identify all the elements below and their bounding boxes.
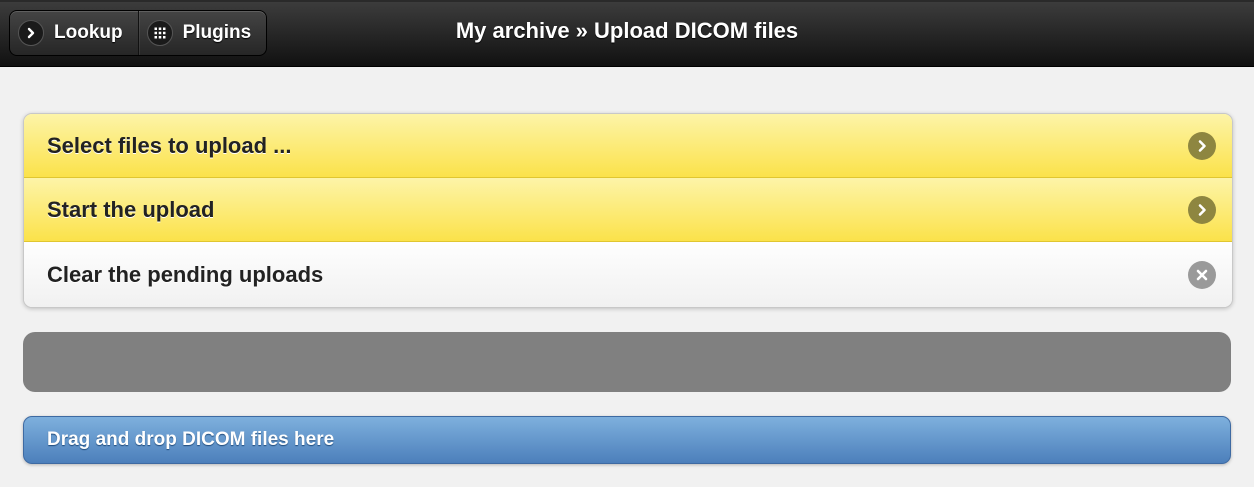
close-icon [1188,260,1216,289]
upload-progress-bar [23,332,1231,392]
upload-actions-list: Select files to upload ... Start the upl… [23,113,1233,308]
clear-pending-uploads-label: Clear the pending uploads [47,261,324,287]
page-title: My archive » Upload DICOM files [455,18,799,43]
start-upload-button[interactable]: Start the upload [24,178,1232,242]
dropzone-label: Drag and drop DICOM files here [47,429,335,450]
clear-pending-uploads-button[interactable]: Clear the pending uploads [24,242,1232,307]
dicom-dropzone[interactable]: Drag and drop DICOM files here [23,416,1231,464]
select-files-label: Select files to upload ... [47,132,292,158]
header-bar: Lookup Plugins My archive » Upload DICOM… [0,0,1254,67]
chevron-right-icon [1188,131,1216,160]
chevron-right-icon [1188,195,1216,224]
start-upload-label: Start the upload [47,196,215,222]
select-files-button[interactable]: Select files to upload ... [24,114,1232,178]
